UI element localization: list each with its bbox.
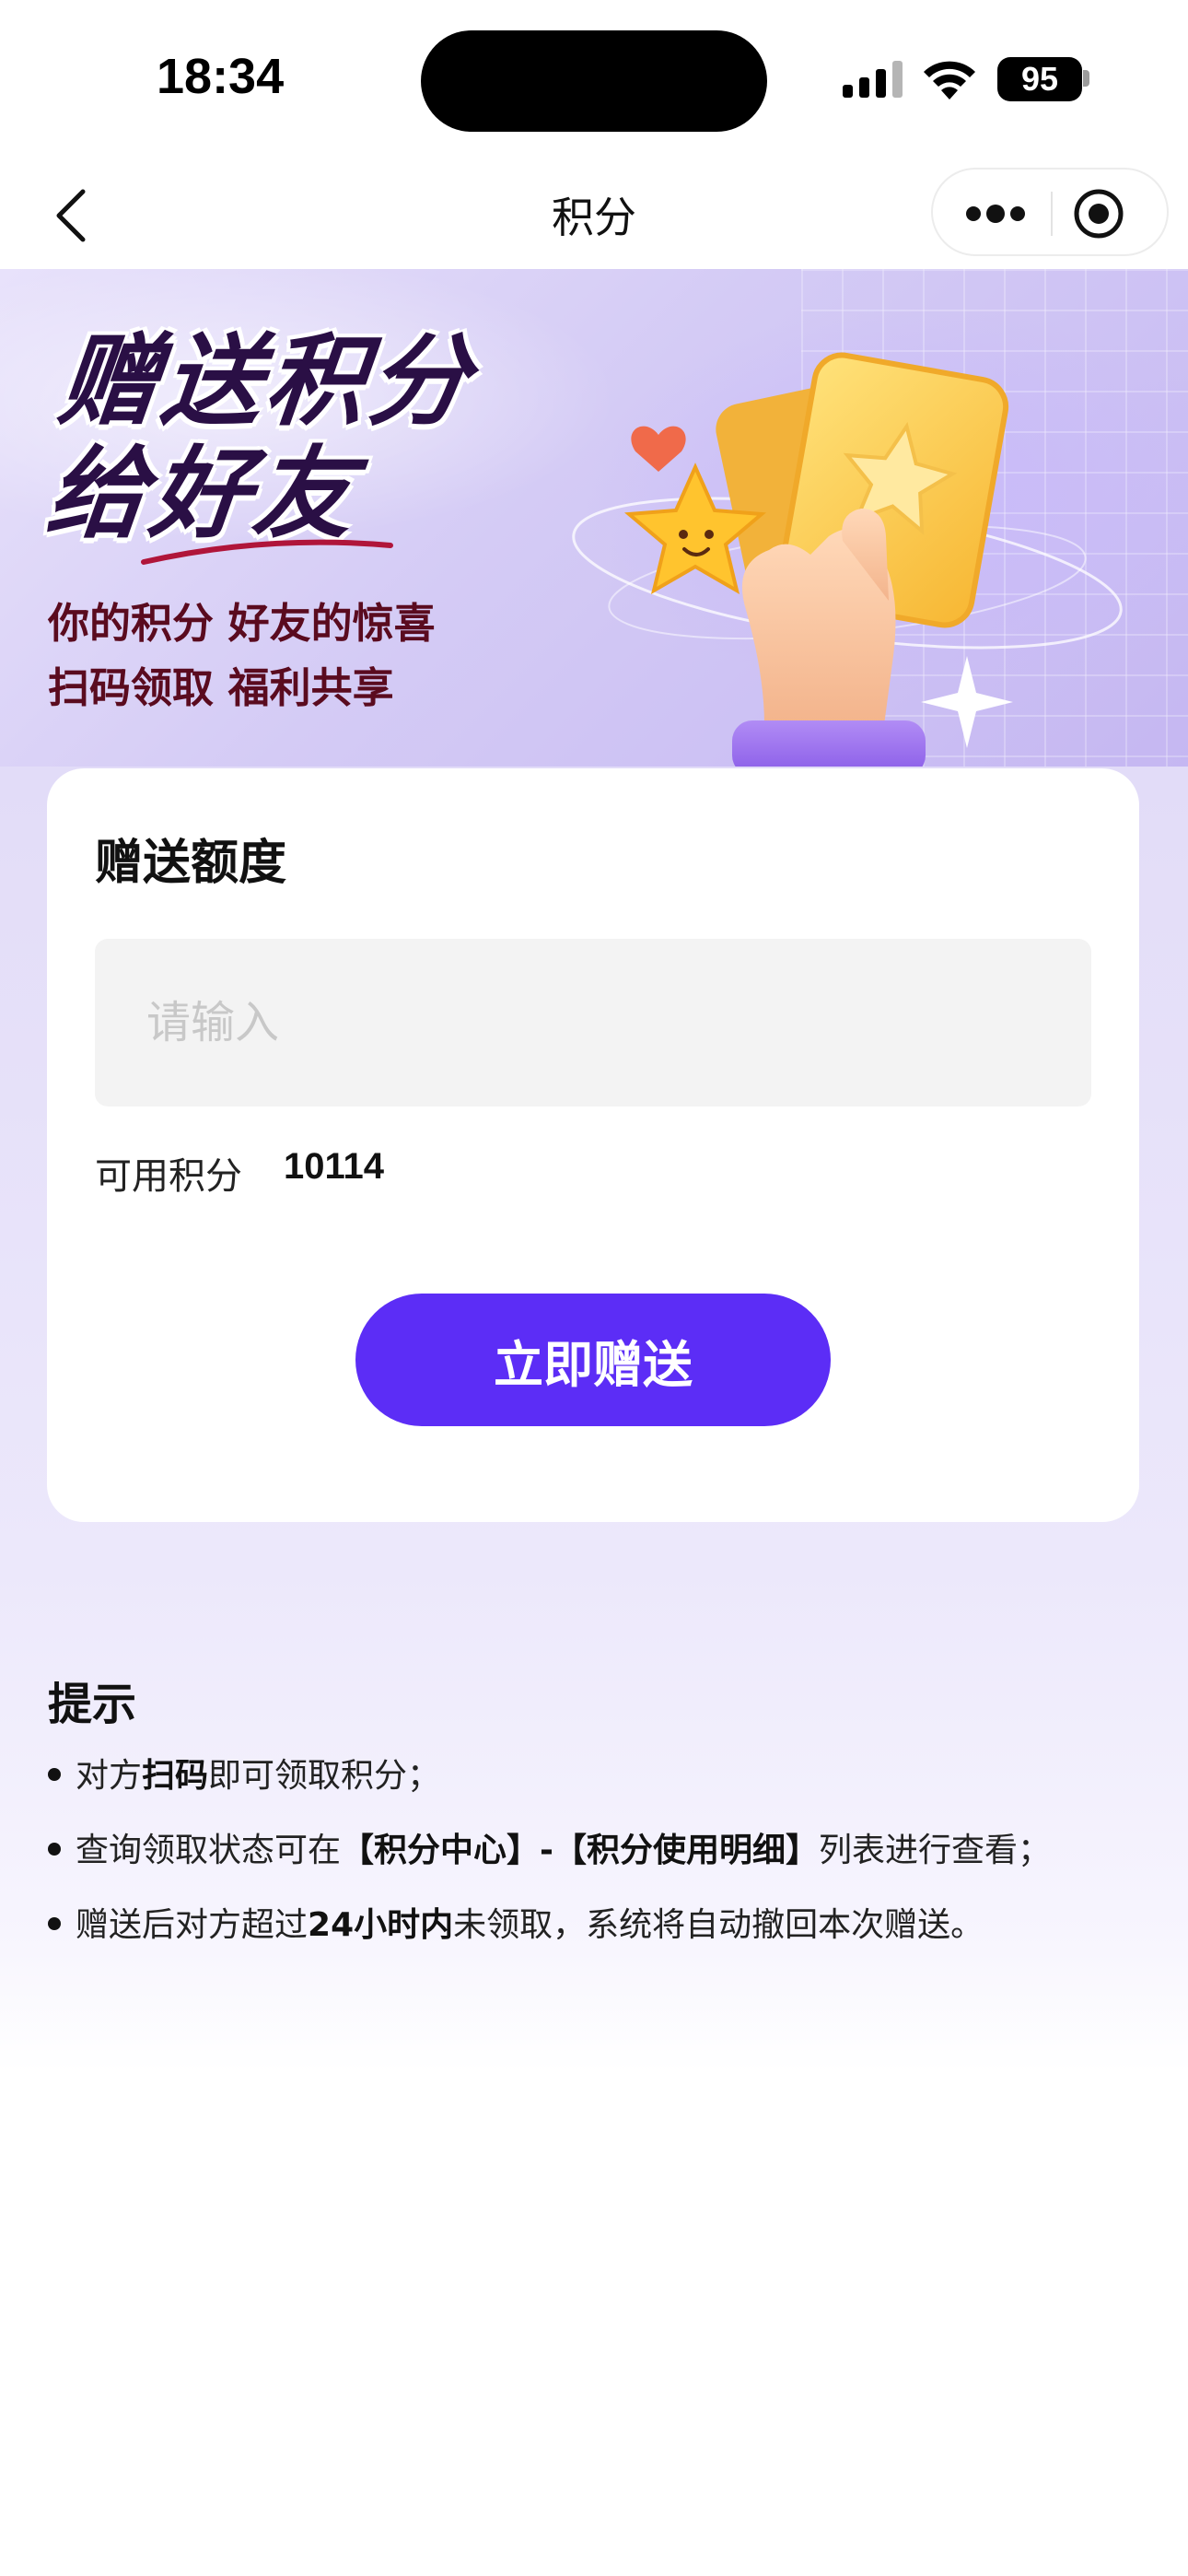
- tip-item: 赠送后对方超过24小时内未领取，系统将自动撤回本次赠送。: [48, 1903, 984, 1948]
- available-points-value: 10114: [284, 1146, 385, 1187]
- tip-item: 对方扫码即可领取积分；: [48, 1754, 440, 1798]
- banner-slogan-line2: 扫码领取 福利共享: [48, 663, 394, 712]
- gift-amount-title: 赠送额度: [95, 836, 287, 891]
- dynamic-island: [421, 30, 767, 132]
- capsule-divider: [1051, 192, 1053, 236]
- nav-bar: 积分: [0, 157, 1188, 269]
- banner-slogan-line1: 你的积分 好友的惊喜: [48, 599, 436, 648]
- battery-indicator: 95: [997, 57, 1082, 101]
- tip-text: 赠送后对方超过: [76, 1906, 309, 1944]
- banner-headline: 赠送积分 给好友: [41, 324, 479, 552]
- bullet-dot: [48, 1768, 61, 1781]
- banner-headline-line1: 赠送积分: [52, 324, 479, 439]
- cellular-signal-icon: [843, 61, 903, 98]
- points-gift-page: 18:34 95 积分 赠送积分 给好友 你的积分 好友的惊喜 扫码领取 福利共…: [0, 0, 1188, 2576]
- bullet-dot: [48, 1843, 61, 1856]
- wifi-icon: [924, 61, 975, 100]
- tip-text: 未领取，系统将自动撤回本次赠送。: [453, 1906, 984, 1944]
- banner-slogan: 你的积分 好友的惊喜 扫码领取 福利共享: [48, 591, 436, 720]
- promo-banner: 赠送积分 给好友 你的积分 好友的惊喜 扫码领取 福利共享: [0, 269, 1188, 767]
- available-points-label: 可用积分: [95, 1155, 242, 1198]
- gift-amount-card: 赠送额度 可用积分 10114 立即赠送: [47, 768, 1139, 1522]
- tip-highlight: 扫码: [142, 1757, 209, 1795]
- tip-text: 查询领取状态可在: [76, 1832, 342, 1869]
- tip-item: 查询领取状态可在【积分中心】-【积分使用明细】列表进行查看；: [48, 1829, 1051, 1873]
- status-time: 18:34: [157, 49, 285, 104]
- tip-highlight: 24小时内: [308, 1906, 454, 1944]
- more-options-icon[interactable]: [951, 188, 1040, 240]
- tip-text: 对方: [76, 1757, 143, 1795]
- status-bar: 18:34 95: [0, 0, 1188, 157]
- hand-holding-star-card-illustration: [572, 352, 1123, 767]
- close-mini-program-icon[interactable]: [1071, 186, 1126, 241]
- tip-text: 即可领取积分；: [208, 1757, 441, 1795]
- bullet-dot: [48, 1917, 61, 1930]
- battery-cap: [1083, 70, 1089, 87]
- send-now-button[interactable]: 立即赠送: [355, 1294, 831, 1426]
- tips-title: 提示: [48, 1679, 137, 1730]
- gift-amount-input[interactable]: [95, 939, 1091, 1107]
- tip-text: 列表进行查看；: [818, 1832, 1051, 1869]
- tip-highlight: 【积分中心】-【积分使用明细】: [341, 1832, 819, 1869]
- mini-program-capsule: [931, 168, 1169, 256]
- headline-swoosh-decoration: [141, 539, 393, 565]
